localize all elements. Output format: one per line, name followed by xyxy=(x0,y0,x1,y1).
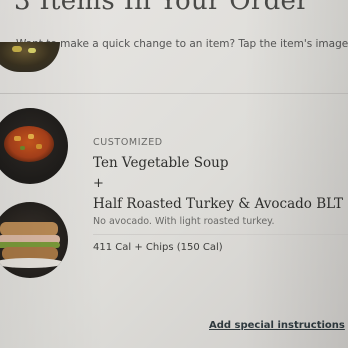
plus-sign: + xyxy=(93,176,104,191)
sandwich-bread xyxy=(0,222,58,236)
sandwich-image[interactable] xyxy=(0,202,68,278)
order-screen: 3 Items In Your Order Want to make a qui… xyxy=(0,0,348,348)
item-name-soup: Ten Vegetable Soup xyxy=(93,155,229,171)
soup-bowl xyxy=(4,126,54,162)
add-special-instructions-link[interactable]: Add special instructions xyxy=(209,320,345,331)
item-divider xyxy=(0,93,348,94)
order-title: 3 Items In Your Order xyxy=(14,0,309,16)
plate xyxy=(0,258,64,268)
order-hint: Want to make a quick change to an item? … xyxy=(16,38,348,50)
customized-badge: CUSTOMIZED xyxy=(93,137,163,148)
food-highlight xyxy=(12,46,22,52)
detail-divider xyxy=(93,234,348,235)
soup-image[interactable] xyxy=(0,108,68,184)
vegetable-piece xyxy=(20,146,25,150)
item-modifications: No avocado. With light roasted turkey. xyxy=(93,216,275,227)
item-calories: 411 Cal + Chips (150 Cal) xyxy=(93,242,223,253)
vegetable-piece xyxy=(36,144,42,149)
item-name-sandwich: Half Roasted Turkey & Avocado BLT xyxy=(93,196,344,212)
food-highlight xyxy=(28,48,36,53)
previous-item-image[interactable] xyxy=(0,42,60,72)
vegetable-piece xyxy=(14,136,21,141)
vegetable-piece xyxy=(28,134,34,139)
